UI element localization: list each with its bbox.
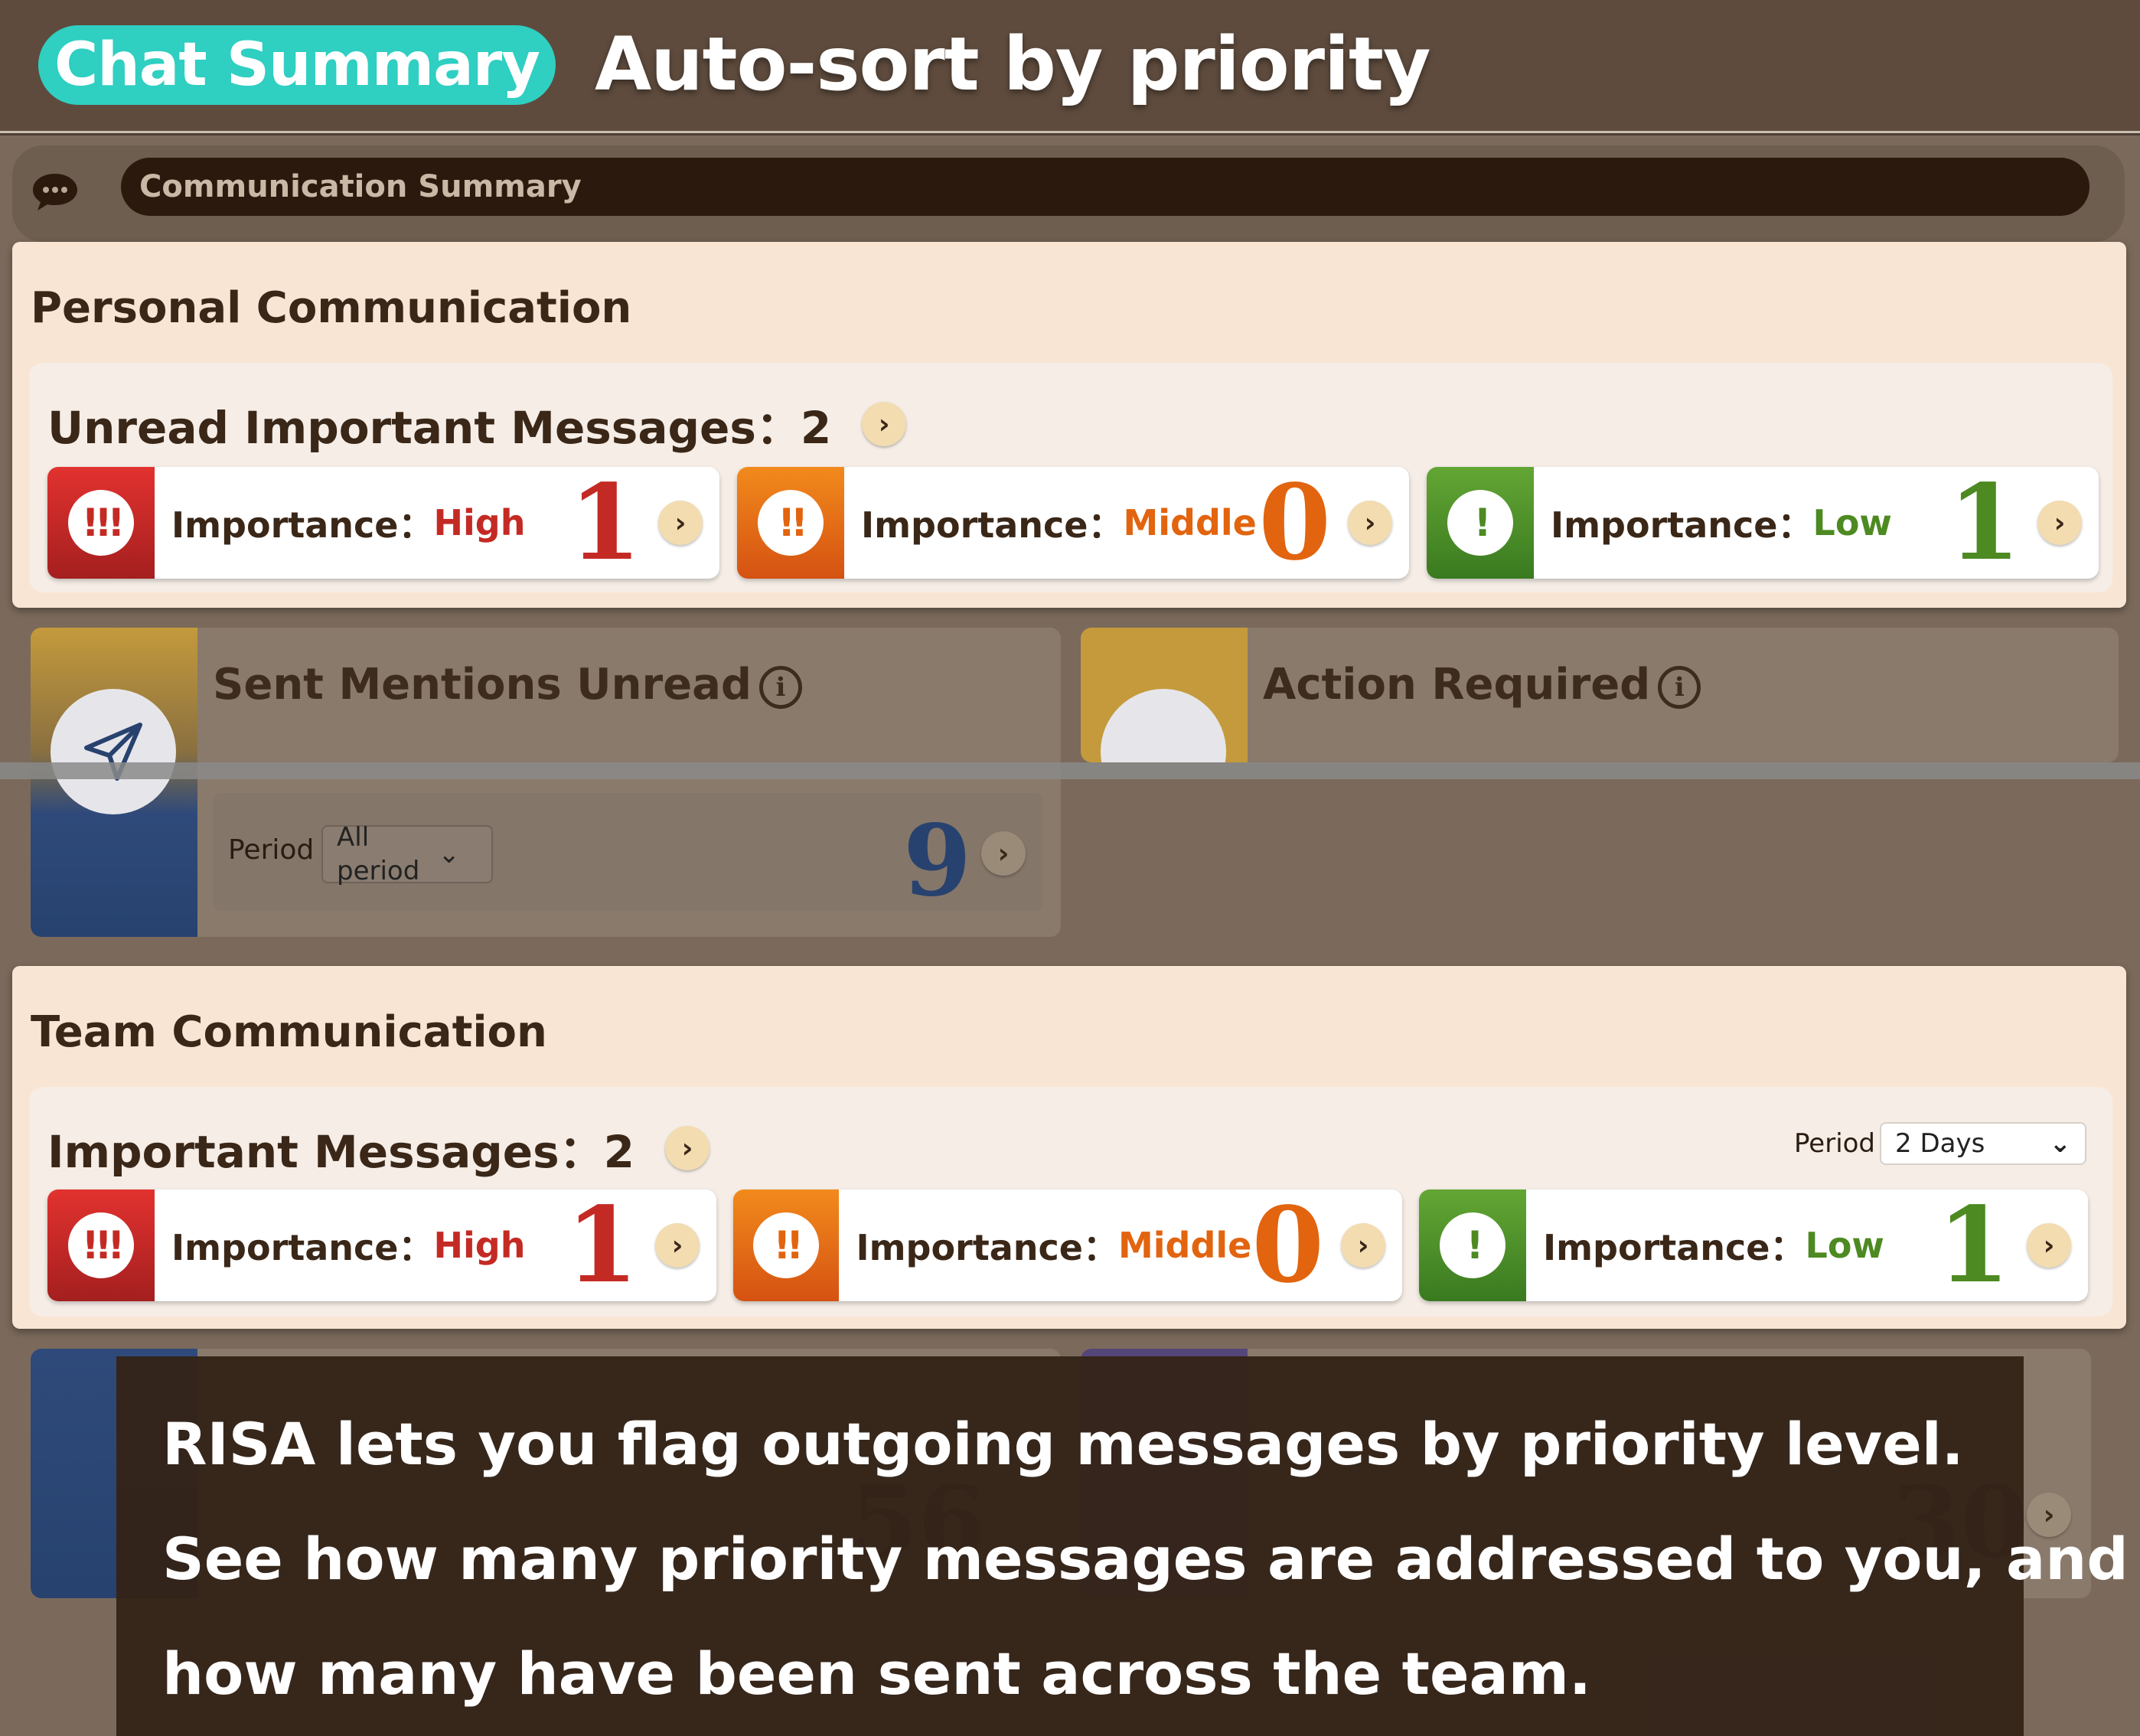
period-select[interactable]: 2 Days ⌄ — [1880, 1122, 2086, 1165]
importance-level: Middle — [1117, 1225, 1252, 1266]
caption-box: RISA lets you flag outgoing messages by … — [116, 1356, 2129, 1736]
importance-low-card[interactable]: ! Importance： Low 1 › — [1427, 467, 2099, 579]
importance-level: High — [433, 502, 526, 543]
unread-label: Unread Important Messages：2 — [47, 402, 832, 454]
sent-mentions-title: Sent Mentions Unread i — [213, 660, 802, 710]
team-important-title[interactable]: Important Messages：2 › — [47, 1116, 710, 1180]
importance-label: Importance： — [856, 1227, 1118, 1268]
chevron-right-icon[interactable]: › — [1348, 501, 1392, 545]
period-value-2: period — [337, 856, 420, 886]
chevron-right-icon[interactable]: › — [862, 402, 907, 446]
chevron-right-icon[interactable]: › — [2027, 1223, 2071, 1268]
importance-level: High — [433, 1225, 526, 1266]
high-priority-icon: !!! — [47, 467, 155, 579]
communication-summary-bar[interactable]: Communication Summary — [121, 158, 2089, 216]
caption-line-2: See how many priority messages are addre… — [162, 1525, 2129, 1593]
importance-count: 0 — [1258, 467, 1331, 579]
importance-level: Low — [1812, 502, 1892, 543]
importance-label: Importance： — [861, 504, 1124, 546]
importance-level: Middle — [1123, 502, 1257, 543]
period-value-1: All — [337, 822, 370, 853]
middle-icon-glyph: !! — [753, 1212, 820, 1278]
importance-level: Low — [1805, 1225, 1884, 1266]
sent-mentions-label: Sent Mentions Unread — [213, 660, 752, 710]
chevron-right-icon[interactable]: › — [2037, 501, 2082, 545]
caption-line-3: how many have been sent across the team. — [162, 1640, 1591, 1708]
low-icon-glyph: ! — [1440, 1212, 1506, 1278]
importance-count: 1 — [569, 467, 641, 579]
importance-label: Importance： — [1551, 504, 1813, 546]
chevron-down-icon: ⌄ — [2049, 1128, 2072, 1159]
info-icon[interactable]: i — [1658, 665, 1701, 709]
section-title: Personal Communication — [31, 283, 632, 333]
middle-priority-icon: !! — [733, 1189, 840, 1301]
sent-mentions-count: 9 — [903, 804, 972, 919]
sent-icon-disc — [51, 689, 176, 814]
period-value: 2 Days — [1895, 1128, 1985, 1159]
low-icon-glyph: ! — [1447, 490, 1513, 556]
action-icon-disc — [1101, 689, 1226, 762]
importance-label: Importance： — [171, 1227, 434, 1268]
importance-count: 1 — [1948, 467, 2021, 579]
high-priority-icon: !!! — [47, 1189, 155, 1301]
importance-count: 0 — [1251, 1189, 1324, 1301]
headline: Auto-sort by priority — [595, 21, 1430, 107]
importance-high-card[interactable]: !!! Importance： High 1 › — [47, 467, 719, 579]
team-important-label: Important Messages：2 — [47, 1126, 635, 1178]
period-label: Period — [228, 834, 315, 866]
low-priority-icon: ! — [1427, 467, 1534, 579]
divider-band — [0, 762, 2140, 779]
action-required-title: Action Required i — [1263, 660, 1701, 710]
action-required-label: Action Required — [1263, 660, 1651, 710]
importance-count: 1 — [566, 1189, 638, 1301]
importance-middle-card[interactable]: !! Importance： Middle 0 › — [737, 467, 1409, 579]
low-priority-icon: ! — [1419, 1189, 1526, 1301]
high-icon-glyph: !!! — [68, 1212, 134, 1278]
high-icon-glyph: !!! — [68, 490, 134, 556]
middle-icon-glyph: !! — [758, 490, 824, 556]
unread-important-title[interactable]: Unread Important Messages：2 › — [47, 392, 907, 456]
caption-line-1: RISA lets you flag outgoing messages by … — [162, 1410, 1964, 1478]
chevron-right-icon[interactable]: › — [658, 501, 703, 545]
chevron-right-icon[interactable]: › — [1341, 1223, 1385, 1268]
importance-middle-card[interactable]: !! Importance： Middle 0 › — [733, 1189, 1402, 1301]
chevron-right-icon[interactable]: › — [655, 1223, 700, 1268]
chevron-right-icon[interactable]: › — [981, 831, 1026, 876]
chevron-right-icon[interactable]: › — [665, 1126, 710, 1170]
importance-label: Importance： — [1543, 1227, 1806, 1268]
section-title: Team Communication — [31, 1007, 547, 1057]
importance-high-card[interactable]: !!! Importance： High 1 › — [47, 1189, 716, 1301]
importance-label: Importance： — [171, 504, 434, 546]
period-select[interactable]: All period ⌄ — [321, 822, 493, 886]
info-icon[interactable]: i — [758, 665, 802, 709]
chevron-down-icon: ⌄ — [438, 839, 460, 870]
speech-bubble-icon[interactable] — [26, 163, 84, 221]
chat-summary-pill: Chat Summary — [38, 25, 556, 105]
middle-priority-icon: !! — [737, 467, 844, 579]
importance-low-card[interactable]: ! Importance： Low 1 › — [1419, 1189, 2088, 1301]
importance-count: 1 — [1937, 1189, 2010, 1301]
period-label: Period — [1794, 1128, 1876, 1159]
